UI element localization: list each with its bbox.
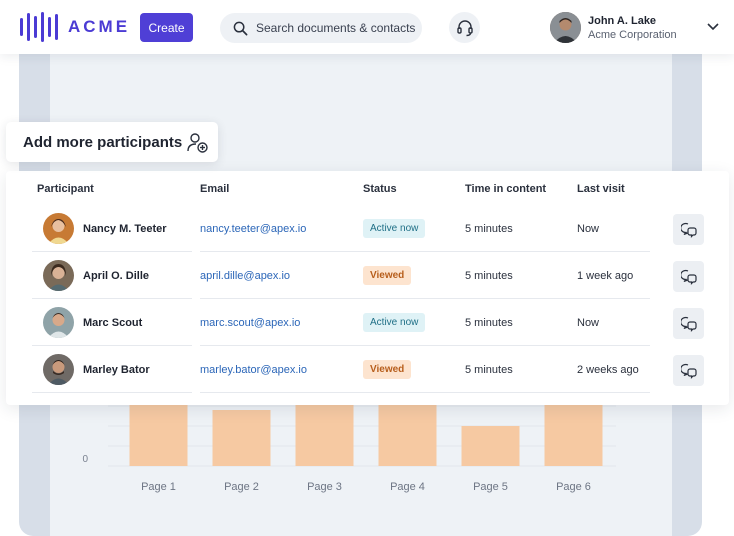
user-avatar	[550, 12, 581, 43]
chat-icon	[680, 222, 697, 238]
participant-email[interactable]: april.dille@apex.io	[200, 270, 290, 282]
participant-name: Marley Bator	[83, 364, 150, 376]
participant-email[interactable]: marc.scout@apex.io	[200, 317, 300, 329]
add-participants-label: Add more participants	[23, 133, 183, 151]
column-header-last-visit: Last visit	[577, 183, 625, 195]
participant-name: April O. Dille	[83, 270, 150, 282]
chat-button[interactable]	[673, 261, 704, 292]
status-badge: Viewed	[363, 360, 412, 379]
column-header-email: Email	[200, 183, 230, 195]
chat-button[interactable]	[673, 355, 704, 386]
support-button[interactable]	[449, 12, 480, 43]
time-in-content: 5 minutes	[465, 270, 513, 282]
user-name: John A. Lake	[588, 14, 657, 27]
x-tick-label: Page 1	[141, 481, 176, 493]
participant-avatar	[43, 354, 74, 385]
create-button[interactable]: Create	[140, 13, 193, 42]
participant-avatar	[43, 307, 74, 338]
chevron-down-icon[interactable]	[706, 22, 720, 32]
row-divider	[200, 392, 650, 393]
add-user-icon	[187, 133, 208, 153]
last-visit: Now	[577, 223, 600, 235]
headset-icon	[456, 19, 473, 36]
chat-icon	[680, 316, 697, 332]
participant-avatar	[43, 260, 74, 291]
time-in-content: 5 minutes	[465, 223, 513, 235]
chat-button[interactable]	[673, 214, 704, 245]
chat-button[interactable]	[673, 308, 704, 339]
chat-icon	[680, 269, 697, 285]
column-header-participant: Participant	[37, 183, 94, 195]
column-header-time: Time in content	[465, 183, 547, 195]
search-input[interactable]	[256, 21, 422, 35]
row-divider	[32, 392, 192, 393]
add-participants-button[interactable]: Add more participants	[6, 122, 218, 162]
time-in-content: 5 minutes	[465, 364, 513, 376]
x-tick-label: Page 3	[307, 481, 342, 493]
top-header: ACME Create Search documents & contacts …	[0, 0, 734, 54]
participant-avatar	[43, 213, 74, 244]
participant-email[interactable]: nancy.teeter@apex.io	[200, 223, 306, 235]
participants-table: Participant Email Status Time in content…	[6, 171, 729, 405]
logo[interactable]: ACME	[20, 12, 130, 42]
table-row[interactable]: April O. Dille april.dille@apex.io Viewe…	[32, 252, 668, 299]
logo-mark	[20, 12, 58, 42]
participant-name: Marc Scout	[83, 317, 143, 329]
participant-name: Nancy M. Teeter	[83, 223, 167, 235]
y-tick-label: 0	[82, 454, 88, 465]
x-tick-label: Page 6	[556, 481, 591, 493]
search-bar[interactable]	[220, 13, 422, 43]
x-tick-label: Page 4	[390, 481, 425, 493]
time-in-content: 5 minutes	[465, 317, 513, 329]
table-row[interactable]: Marley Bator marley.bator@apex.io Viewed…	[32, 346, 668, 393]
chat-icon	[680, 363, 697, 379]
chart-bar[interactable]	[461, 426, 520, 466]
x-tick-label: Page 5	[473, 481, 508, 493]
status-badge: Viewed	[363, 266, 412, 285]
status-badge: Active now	[363, 219, 426, 238]
table-row[interactable]: Nancy M. Teeter nancy.teeter@apex.io Act…	[32, 205, 668, 252]
logo-text: ACME	[68, 17, 131, 36]
table-row[interactable]: Marc Scout marc.scout@apex.io Active now…	[32, 299, 668, 346]
last-visit: Now	[577, 317, 600, 329]
user-menu[interactable]: John A. Lake Acme Corporation	[550, 12, 677, 43]
page: 0 Page 1 Page 2 Page 3 Page 4 Page 5 Page 6 AC…	[0, 0, 734, 536]
user-company: Acme Corporation	[588, 28, 677, 41]
participant-email[interactable]: marley.bator@apex.io	[200, 364, 307, 376]
status-badge: Active now	[363, 313, 426, 332]
search-icon	[233, 21, 248, 35]
column-header-status: Status	[363, 183, 397, 195]
last-visit: 2 weeks ago	[577, 364, 639, 376]
last-visit: 1 week ago	[577, 270, 634, 282]
x-tick-label: Page 2	[224, 481, 259, 493]
chart-bar[interactable]	[212, 410, 271, 466]
